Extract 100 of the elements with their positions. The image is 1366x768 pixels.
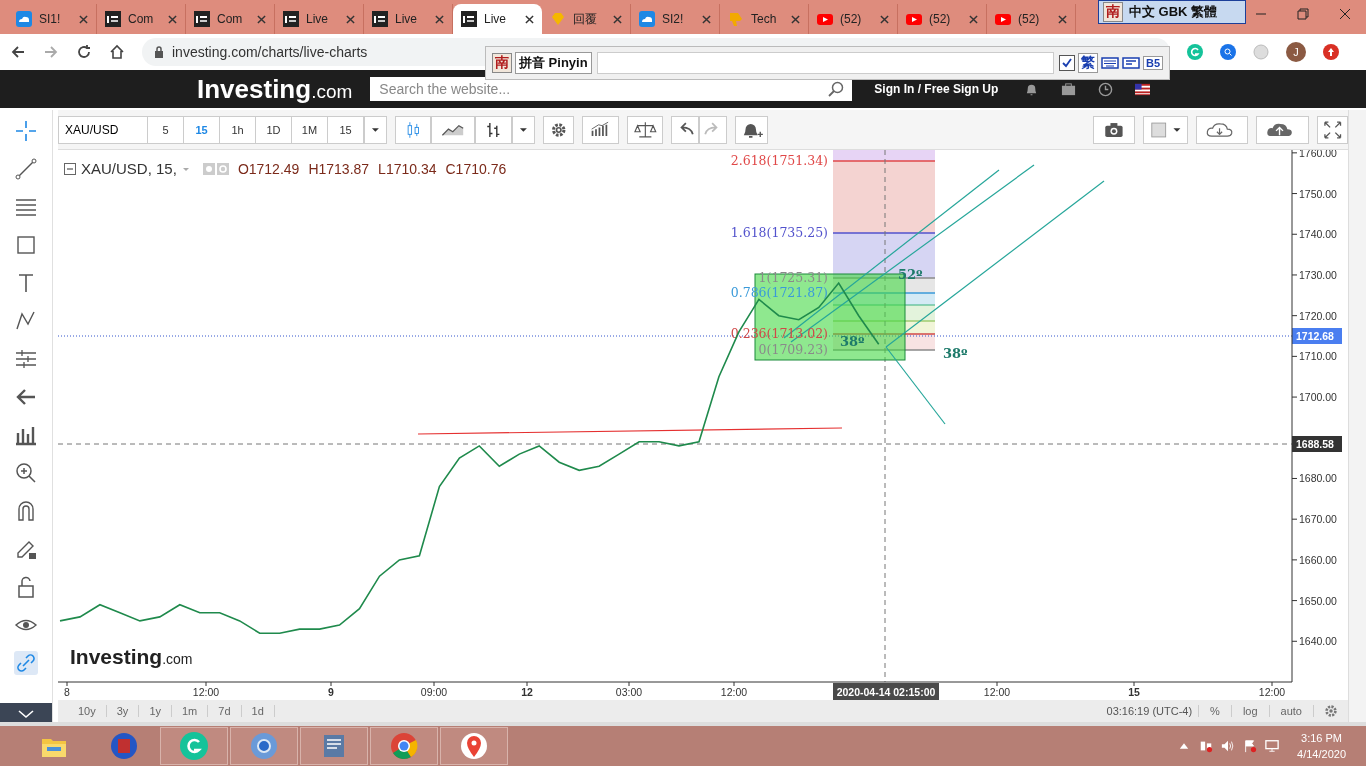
back-icon[interactable] — [10, 44, 26, 60]
taskbar-app[interactable] — [300, 727, 368, 765]
tab-title: Com — [128, 12, 155, 26]
encoding-toggle[interactable]: B5 — [1142, 56, 1163, 70]
home-icon[interactable] — [109, 44, 125, 60]
browser-tab[interactable]: (52) — [809, 4, 898, 34]
browser-tab[interactable]: 回覆 — [542, 4, 631, 34]
time-axis-label: 12:00 — [983, 686, 1011, 699]
ime-app-icon — [109, 731, 139, 761]
caret-icon[interactable] — [364, 115, 387, 144]
pinyin-input-bar[interactable]: 南 拼音 Pinyin 繁 B5 — [485, 46, 1170, 80]
browser-tab[interactable]: Live — [364, 4, 453, 34]
ohlc-value: C1710.76 — [445, 160, 507, 177]
price-axis-label: 1660.00 — [1299, 554, 1337, 567]
candles-icon[interactable] — [394, 115, 432, 144]
collapse-icon[interactable] — [0, 703, 52, 725]
search-icon[interactable] — [828, 81, 845, 97]
reload-icon[interactable] — [76, 44, 92, 60]
browser-tab[interactable]: Com — [186, 4, 275, 34]
color-picker-icon[interactable] — [1142, 115, 1188, 144]
taskbar-app[interactable] — [230, 727, 298, 765]
settings-icon[interactable] — [1324, 704, 1338, 719]
browser-tab[interactable]: SI1! — [8, 4, 97, 34]
time-axis-label: 03:00 — [615, 686, 643, 699]
crosshair-icon[interactable] — [14, 119, 38, 143]
interval-button[interactable]: 1M — [292, 115, 328, 144]
window-icon[interactable] — [1121, 55, 1140, 71]
scale-option[interactable]: log — [1231, 705, 1269, 718]
rectangle-icon[interactable] — [14, 233, 38, 257]
price-label: 1688.58 — [1292, 436, 1342, 453]
clock-icon[interactable] — [1098, 81, 1114, 97]
tab-title: Live — [306, 12, 329, 26]
time-axis-label: 12:00 — [1258, 686, 1286, 699]
range-button[interactable]: 10y — [68, 705, 106, 718]
fullscreen-icon[interactable] — [1316, 115, 1348, 144]
cloud-upload-icon[interactable] — [1256, 115, 1309, 144]
volume-icon[interactable] — [1221, 739, 1236, 753]
range-button[interactable]: 1d — [241, 705, 274, 718]
range-button[interactable]: 3y — [106, 705, 139, 718]
flag-icon[interactable] — [1135, 81, 1151, 97]
interval-button[interactable]: 1h — [220, 115, 256, 144]
collapse-icon[interactable] — [64, 162, 76, 175]
angle-label: 38º — [943, 346, 968, 362]
interval-button[interactable]: 5 — [148, 115, 184, 144]
area-chart-icon[interactable] — [431, 115, 476, 144]
close-icon[interactable] — [525, 14, 534, 24]
browser-tab[interactable]: (52) — [898, 4, 987, 34]
browser-tab[interactable]: Com — [97, 4, 186, 34]
measure-icon[interactable] — [14, 347, 38, 371]
taskbar-app[interactable] — [440, 727, 508, 765]
restore-icon[interactable] — [1297, 8, 1309, 20]
search-extension-icon[interactable] — [1220, 44, 1236, 60]
profile-avatar[interactable]: J — [1286, 42, 1306, 62]
price-axis-label: 1640.00 — [1299, 635, 1337, 648]
symbol-field[interactable]: XAU/USD — [58, 115, 148, 144]
monitor-icon[interactable] — [1265, 739, 1280, 753]
add-alert-icon[interactable] — [735, 115, 769, 144]
interval-button[interactable]: 15 — [184, 115, 220, 144]
browser-tab[interactable]: Tech — [720, 4, 809, 34]
browser-tab[interactable]: SI2! — [631, 4, 720, 34]
interval-button[interactable]: 1D — [256, 115, 292, 144]
interval-dropdown[interactable]: 15 — [328, 115, 364, 144]
zoom-in-icon[interactable] — [14, 461, 38, 485]
camera-icon[interactable] — [1092, 115, 1135, 144]
bars-icon[interactable] — [475, 115, 512, 144]
site-logo[interactable]: Investing.com — [197, 73, 353, 105]
inv-logo-icon — [105, 11, 121, 27]
range-button[interactable]: 1y — [139, 705, 171, 718]
range-button[interactable]: 7d — [208, 705, 241, 718]
cloud-download-icon[interactable] — [1196, 115, 1249, 144]
ime-toolbar[interactable]: 南 中文 GBK 繁體 — [1098, 0, 1246, 24]
taskbar-app[interactable] — [370, 727, 438, 765]
briefcase-icon[interactable] — [1061, 81, 1077, 97]
scales-icon[interactable] — [626, 115, 664, 144]
settings-icon[interactable] — [542, 115, 574, 144]
browser-icon — [249, 731, 279, 761]
range-button[interactable]: 1m — [172, 705, 208, 718]
taskbar-date[interactable]: 4/14/2020 — [1297, 746, 1346, 762]
browser-tab[interactable]: Live — [275, 4, 364, 34]
taskbar-time[interactable]: 3:16 PM — [1301, 730, 1342, 746]
sign-in-link[interactable]: Sign In / Free Sign Up — [874, 82, 999, 96]
network-icon[interactable] — [1199, 739, 1214, 753]
undo-icon[interactable] — [671, 115, 700, 144]
scale-option[interactable]: auto — [1269, 705, 1313, 718]
thumbs-down-icon — [728, 11, 744, 27]
fib-level-label: 2.618(1751.34) — [730, 153, 828, 169]
traditional-toggle[interactable]: 繁 — [1077, 53, 1098, 73]
fib-level-label: 1.618(1735.25) — [730, 225, 828, 241]
keyboard-icon[interactable] — [1100, 55, 1119, 71]
close-icon[interactable] — [1339, 8, 1351, 20]
update-icon[interactable] — [1323, 44, 1339, 60]
checkbox[interactable] — [1058, 55, 1075, 71]
browser-tab[interactable]: Live — [453, 4, 542, 34]
taskbar-app[interactable] — [160, 727, 228, 765]
trend-line-icon[interactable] — [14, 157, 38, 181]
scale-option[interactable]: % — [1199, 705, 1231, 718]
indicators-icon[interactable] — [581, 115, 619, 144]
tab-title: Live — [395, 12, 418, 26]
link-icon[interactable] — [14, 651, 38, 675]
browser-tab[interactable]: (52) — [987, 4, 1076, 34]
